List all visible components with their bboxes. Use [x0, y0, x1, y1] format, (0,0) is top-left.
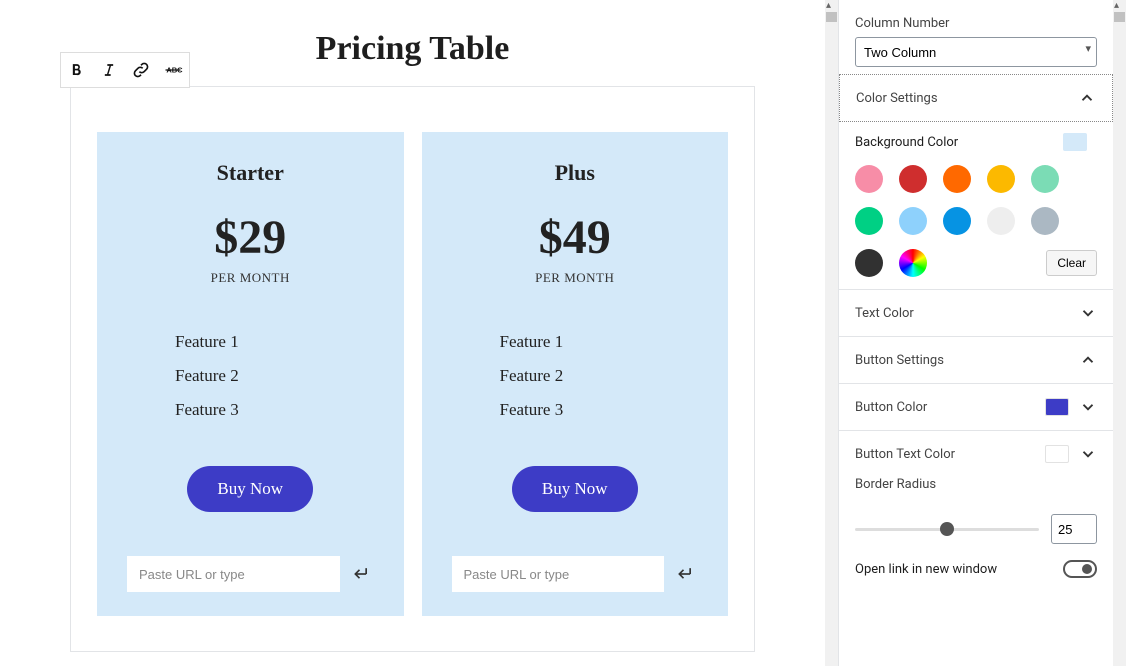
bold-button[interactable] — [61, 53, 93, 87]
color-swatch[interactable] — [943, 207, 971, 235]
link-button[interactable] — [125, 53, 157, 87]
submit-url-icon[interactable] — [350, 562, 374, 586]
plan-title[interactable]: Starter — [127, 160, 374, 186]
chevron-up-icon — [1078, 89, 1096, 107]
background-color-swatch — [1063, 133, 1087, 151]
border-radius-input[interactable] — [1051, 514, 1097, 544]
color-swatch[interactable] — [1031, 207, 1059, 235]
pricing-card[interactable]: Plus $49 PER MONTH Feature 1 Feature 2 F… — [422, 132, 729, 616]
button-color-header[interactable]: Button Color — [839, 384, 1113, 430]
color-palette: Clear — [839, 157, 1113, 289]
background-color-header[interactable]: Background Color — [839, 121, 1113, 157]
scrollbar[interactable] — [825, 0, 838, 666]
buy-button[interactable]: Buy Now — [187, 466, 313, 512]
border-radius-label: Border Radius — [855, 477, 1097, 492]
color-swatch[interactable] — [899, 207, 927, 235]
pricing-table-block[interactable]: Starter $29 PER MONTH Feature 1 Feature … — [70, 86, 755, 652]
feature-item[interactable]: Feature 2 — [500, 366, 699, 386]
chevron-down-icon — [1079, 445, 1097, 463]
buy-button[interactable]: Buy Now — [512, 466, 638, 512]
chevron-down-icon — [1079, 304, 1097, 322]
button-text-color-swatch — [1045, 445, 1069, 463]
italic-button[interactable] — [93, 53, 125, 87]
color-swatch[interactable] — [987, 207, 1015, 235]
custom-color-swatch[interactable] — [899, 249, 927, 277]
url-input[interactable] — [127, 556, 340, 592]
color-swatch[interactable] — [855, 165, 883, 193]
pricing-card[interactable]: Starter $29 PER MONTH Feature 1 Feature … — [97, 132, 404, 616]
column-number-select[interactable]: Two Column — [855, 37, 1097, 67]
inspector-sidebar: Column Number Two Column Color Settings … — [838, 0, 1113, 666]
plan-period[interactable]: PER MONTH — [452, 270, 699, 286]
border-radius-slider[interactable] — [855, 528, 1039, 531]
rich-text-toolbar: ABC — [60, 52, 190, 88]
column-number-label: Column Number — [855, 16, 1097, 31]
plan-period[interactable]: PER MONTH — [127, 270, 374, 286]
feature-item[interactable]: Feature 3 — [500, 400, 699, 420]
feature-item[interactable]: Feature 2 — [175, 366, 374, 386]
button-settings-header[interactable]: Button Settings — [839, 337, 1113, 383]
open-new-window-toggle[interactable] — [1063, 560, 1097, 578]
color-swatch[interactable] — [899, 165, 927, 193]
color-swatch[interactable] — [1031, 165, 1059, 193]
color-swatch[interactable] — [855, 249, 883, 277]
color-swatch[interactable] — [987, 165, 1015, 193]
url-input[interactable] — [452, 556, 665, 592]
button-color-swatch — [1045, 398, 1069, 416]
chevron-up-icon — [1079, 351, 1097, 369]
clear-button[interactable]: Clear — [1046, 250, 1097, 276]
strikethrough-button[interactable]: ABC — [157, 53, 189, 87]
text-color-header[interactable]: Text Color — [839, 290, 1113, 336]
open-new-window-label: Open link in new window — [855, 562, 997, 577]
color-swatch[interactable] — [943, 165, 971, 193]
feature-item[interactable]: Feature 1 — [500, 332, 699, 352]
submit-url-icon[interactable] — [674, 562, 698, 586]
button-text-color-header[interactable]: Button Text Color — [839, 431, 1113, 477]
feature-item[interactable]: Feature 1 — [175, 332, 374, 352]
color-settings-header[interactable]: Color Settings — [840, 75, 1112, 121]
plan-price[interactable]: $49 — [452, 214, 699, 262]
chevron-down-icon — [1079, 398, 1097, 416]
plan-price[interactable]: $29 — [127, 214, 374, 262]
scrollbar[interactable] — [1113, 0, 1126, 666]
color-swatch[interactable] — [855, 207, 883, 235]
plan-title[interactable]: Plus — [452, 160, 699, 186]
editor-canvas: ABC Pricing Table Starter $29 PER MONTH … — [0, 0, 825, 666]
feature-item[interactable]: Feature 3 — [175, 400, 374, 420]
